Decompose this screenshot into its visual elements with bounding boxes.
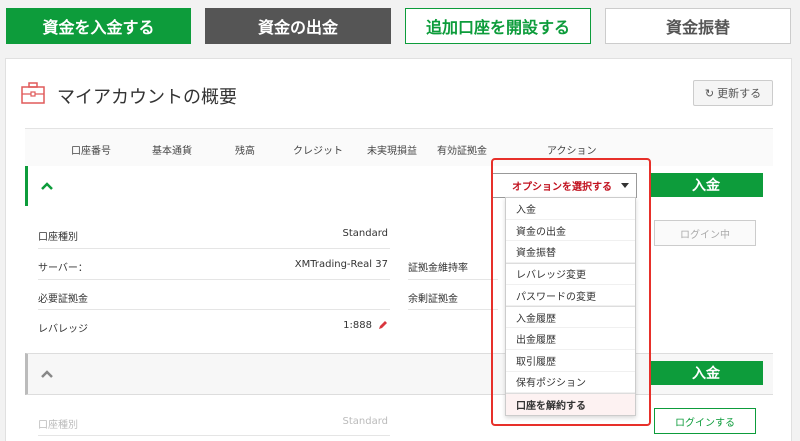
divider <box>38 435 390 436</box>
leverage-label: レバレッジ <box>38 324 88 335</box>
menu-item-close-account[interactable]: 口座を解約する <box>506 393 635 415</box>
withdraw-funds-button[interactable]: 資金の出金 <box>205 8 391 44</box>
header-unrealized-pnl: 未実現損益 <box>367 146 417 157</box>
page-title: マイアカウントの概要 <box>57 87 237 108</box>
header-balance: 残高 <box>235 146 255 157</box>
divider <box>38 279 390 280</box>
header-equity: 有効証拠金 <box>437 146 487 157</box>
options-dropdown-menu: 入金 資金の出金 資金振替 レバレッジ変更 パスワードの変更 入金履歴 出金履歴… <box>505 197 636 416</box>
menu-item-withdraw[interactable]: 資金の出金 <box>506 220 635 242</box>
caret-down-icon <box>621 183 629 188</box>
divider <box>408 309 498 310</box>
divider <box>38 248 390 249</box>
header-action: アクション <box>547 146 597 157</box>
menu-item-trade-history[interactable]: 取引履歴 <box>506 350 635 372</box>
header-account-number: 口座番号 <box>71 146 111 157</box>
menu-item-deposit-history[interactable]: 入金履歴 <box>506 306 635 329</box>
edit-pencil-icon[interactable] <box>378 320 388 330</box>
refresh-button-label: 更新する <box>717 87 762 100</box>
free-margin-label: 余剰証拠金 <box>408 294 458 305</box>
server-value: XMTrading-Real 37 <box>294 259 388 270</box>
divider <box>408 279 498 280</box>
transfer-funds-button[interactable]: 資金振替 <box>605 8 791 44</box>
refresh-icon: ↻ <box>704 86 715 100</box>
open-additional-account-button[interactable]: 追加口座を開設する <box>405 8 591 44</box>
account-type-value: Standard <box>342 228 389 239</box>
account-type-label: 口座種別 <box>38 420 78 431</box>
account-type-value: Standard <box>342 416 389 427</box>
options-select[interactable]: オプションを選択する <box>491 173 637 198</box>
table-header: 口座番号 基本通貨 残高 クレジット 未実現損益 有効証拠金 アクション <box>25 128 773 168</box>
leverage-value: 1:888 <box>343 320 372 331</box>
deposit-funds-button[interactable]: 資金を入金する <box>6 8 191 44</box>
account-deposit-button[interactable]: 入金 <box>649 361 763 385</box>
refresh-button[interactable]: ↻ 更新する <box>693 80 773 106</box>
account-type-label: 口座種別 <box>38 232 78 243</box>
chevron-up-icon[interactable] <box>40 368 54 380</box>
options-select-label: オプションを選択する <box>512 182 612 193</box>
menu-item-change-leverage[interactable]: レバレッジ変更 <box>506 263 635 285</box>
menu-item-change-password[interactable]: パスワードの変更 <box>506 285 635 307</box>
divider <box>38 309 390 310</box>
server-label: サーバー： <box>38 263 88 274</box>
chevron-up-icon[interactable] <box>40 180 54 192</box>
required-margin-label: 必要証拠金 <box>38 294 88 305</box>
menu-item-withdrawal-history[interactable]: 出金履歴 <box>506 328 635 350</box>
account-deposit-button[interactable]: 入金 <box>649 173 763 197</box>
logged-in-button[interactable]: ログイン中 <box>654 220 756 246</box>
margin-level-label: 証拠金維持率 <box>408 263 468 274</box>
briefcase-icon <box>21 82 45 104</box>
menu-item-open-positions[interactable]: 保有ポジション <box>506 372 635 394</box>
menu-item-transfer[interactable]: 資金振替 <box>506 241 635 264</box>
login-button[interactable]: ログインする <box>654 408 756 434</box>
menu-item-deposit[interactable]: 入金 <box>506 198 635 220</box>
header-base-currency: 基本通貨 <box>152 146 192 157</box>
header-credit: クレジット <box>293 146 343 157</box>
